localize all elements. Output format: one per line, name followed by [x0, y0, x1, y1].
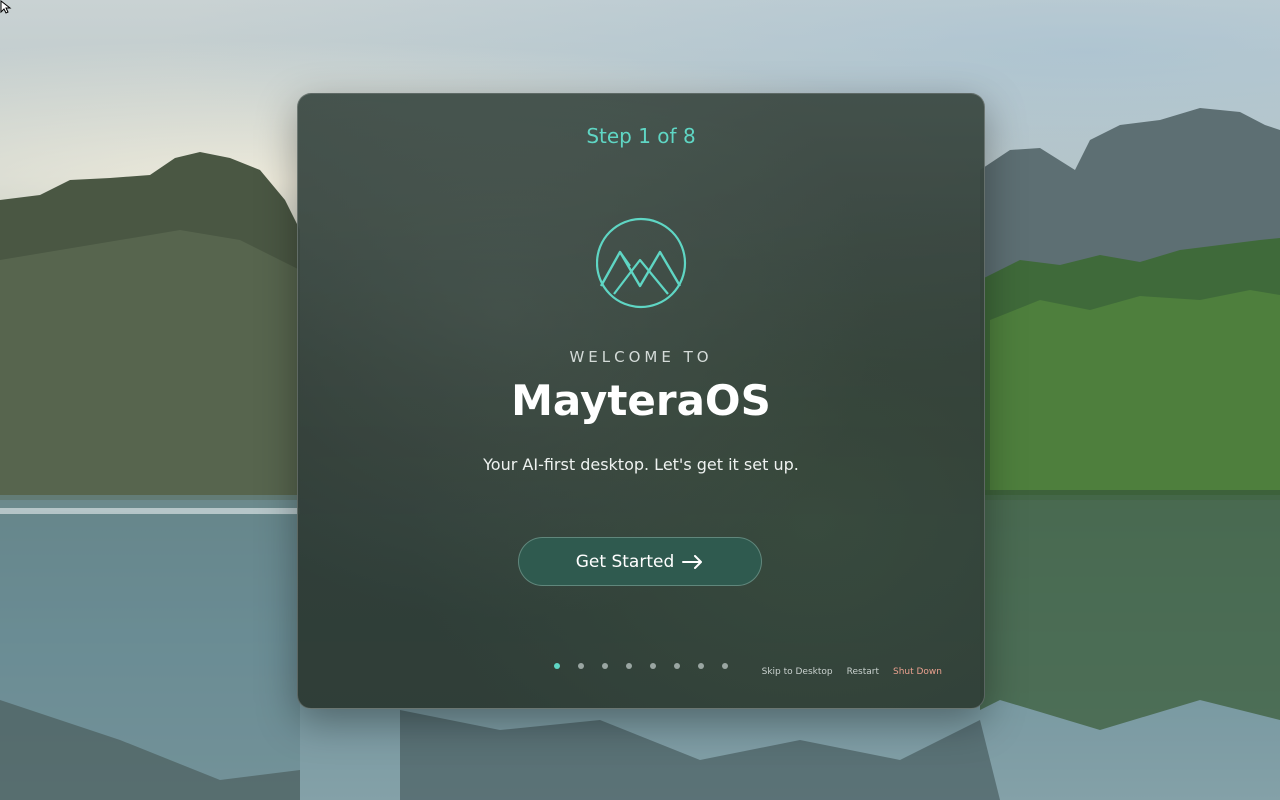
os-title: MayteraOS [511, 376, 771, 425]
step-dot-4[interactable] [626, 663, 632, 669]
get-started-label: Get Started [575, 551, 675, 572]
step-dot-1[interactable] [554, 663, 560, 669]
arrow-right-icon [682, 554, 703, 569]
step-dot-2[interactable] [578, 663, 584, 669]
shut-down-link[interactable]: Shut Down [893, 667, 942, 677]
step-dot-7[interactable] [698, 663, 704, 669]
skip-to-desktop-link[interactable]: Skip to Desktop [762, 667, 833, 677]
step-dot-5[interactable] [650, 663, 656, 669]
maytera-logo-icon [596, 217, 687, 309]
wizard-subtitle: Your AI-first desktop. Let's get it set … [483, 455, 799, 474]
mouse-pointer-icon [0, 0, 12, 14]
welcome-label: WELCOME TO [569, 348, 713, 366]
step-dot-3[interactable] [602, 663, 608, 669]
step-progress-dots [554, 663, 728, 669]
wizard-footer-links: Skip to Desktop Restart Shut Down [762, 667, 942, 677]
restart-link[interactable]: Restart [847, 667, 879, 677]
step-dot-6[interactable] [674, 663, 680, 669]
setup-wizard-dialog: Step 1 of 8 WELCOME TO MayteraOS Your AI… [297, 93, 985, 709]
desktop-background: Step 1 of 8 WELCOME TO MayteraOS Your AI… [0, 0, 1280, 800]
step-indicator-label: Step 1 of 8 [586, 124, 696, 148]
step-dot-8[interactable] [722, 663, 728, 669]
get-started-button[interactable]: Get Started [518, 537, 762, 586]
